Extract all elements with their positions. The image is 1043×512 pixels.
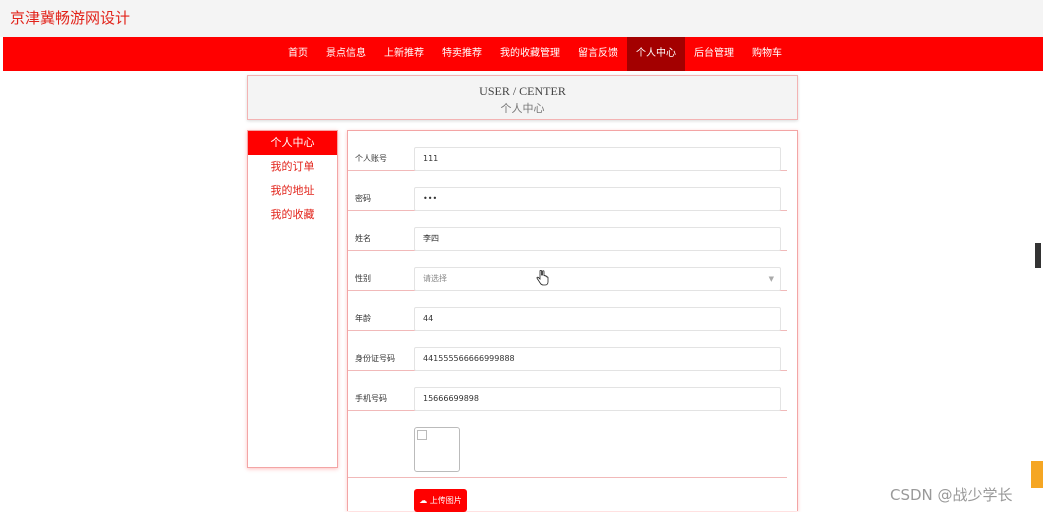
gender-select-placeholder: 请选择 xyxy=(423,274,447,283)
age-input[interactable]: 44 xyxy=(414,307,781,331)
nav-item-home[interactable]: 首页 xyxy=(279,37,317,71)
broken-image-icon xyxy=(417,430,427,440)
form-row-age: 年龄 44 xyxy=(348,291,787,331)
form-row-phone: 手机号码 15666699898 xyxy=(348,371,787,411)
banner-title-cn: 个人中心 xyxy=(500,102,545,115)
account-input[interactable]: 111 xyxy=(414,147,781,171)
nav-item-special-sale[interactable]: 特卖推荐 xyxy=(433,37,491,71)
divider xyxy=(348,477,787,478)
csdn-watermark: CSDN @战少学长 xyxy=(890,486,1013,504)
avatar-image-preview[interactable] xyxy=(414,427,460,472)
gender-select[interactable]: 请选择 ▼ xyxy=(414,267,781,291)
password-input[interactable]: ••• xyxy=(414,187,781,211)
form-row-id-number: 身份证号码 441555566666999888 xyxy=(348,331,787,371)
nav-item-favorites[interactable]: 我的收藏管理 xyxy=(491,37,569,71)
nav-item-cart[interactable]: 购物车 xyxy=(743,37,791,71)
banner-title-en: USER / CENTER xyxy=(479,84,566,98)
id-number-input[interactable]: 441555566666999888 xyxy=(414,347,781,371)
form-row-name: 姓名 李四 xyxy=(348,211,787,251)
nav-item-admin[interactable]: 后台管理 xyxy=(685,37,743,71)
sidebar-item-orders[interactable]: 我的订单 xyxy=(248,155,337,179)
main-nav: 首页 景点信息 上新推荐 特卖推荐 我的收藏管理 留言反馈 个人中心 后台管理 … xyxy=(3,37,1043,71)
nav-item-new-arrivals[interactable]: 上新推荐 xyxy=(375,37,433,71)
nav-item-feedback[interactable]: 留言反馈 xyxy=(569,37,627,71)
top-bar: 京津冀畅游网设计 xyxy=(0,0,1043,37)
corner-badge[interactable] xyxy=(1031,461,1043,488)
upload-image-button[interactable]: ☁ 上传图片 xyxy=(414,489,467,512)
sidebar-item-address[interactable]: 我的地址 xyxy=(248,179,337,203)
user-sidebar: 个人中心 我的订单 我的地址 我的收藏 xyxy=(247,130,338,468)
chevron-down-icon: ▼ xyxy=(768,275,774,283)
nav-item-attractions[interactable]: 景点信息 xyxy=(317,37,375,71)
name-input[interactable]: 李四 xyxy=(414,227,781,251)
upload-button-label: 上传图片 xyxy=(429,496,462,505)
phone-label: 手机号码 xyxy=(355,394,387,403)
side-scroll-widget[interactable] xyxy=(1035,243,1041,268)
profile-form: 个人账号 111 密码 ••• 姓名 李四 性别 请选择 ▼ 年龄 44 身份证… xyxy=(347,130,798,512)
form-row-password: 密码 ••• xyxy=(348,171,787,211)
sidebar-item-user-center[interactable]: 个人中心 xyxy=(248,131,337,155)
form-row-gender: 性别 请选择 ▼ xyxy=(348,251,787,291)
site-title[interactable]: 京津冀畅游网设计 xyxy=(10,7,130,28)
form-row-account: 个人账号 111 xyxy=(348,131,787,171)
sidebar-item-favorites[interactable]: 我的收藏 xyxy=(248,203,337,227)
page-banner: USER / CENTER 个人中心 xyxy=(247,75,798,120)
hand-cursor-icon xyxy=(536,270,549,286)
nav-item-user-center[interactable]: 个人中心 xyxy=(627,37,685,71)
upload-cloud-icon: ☁ xyxy=(419,496,428,505)
phone-input[interactable]: 15666699898 xyxy=(414,387,781,411)
